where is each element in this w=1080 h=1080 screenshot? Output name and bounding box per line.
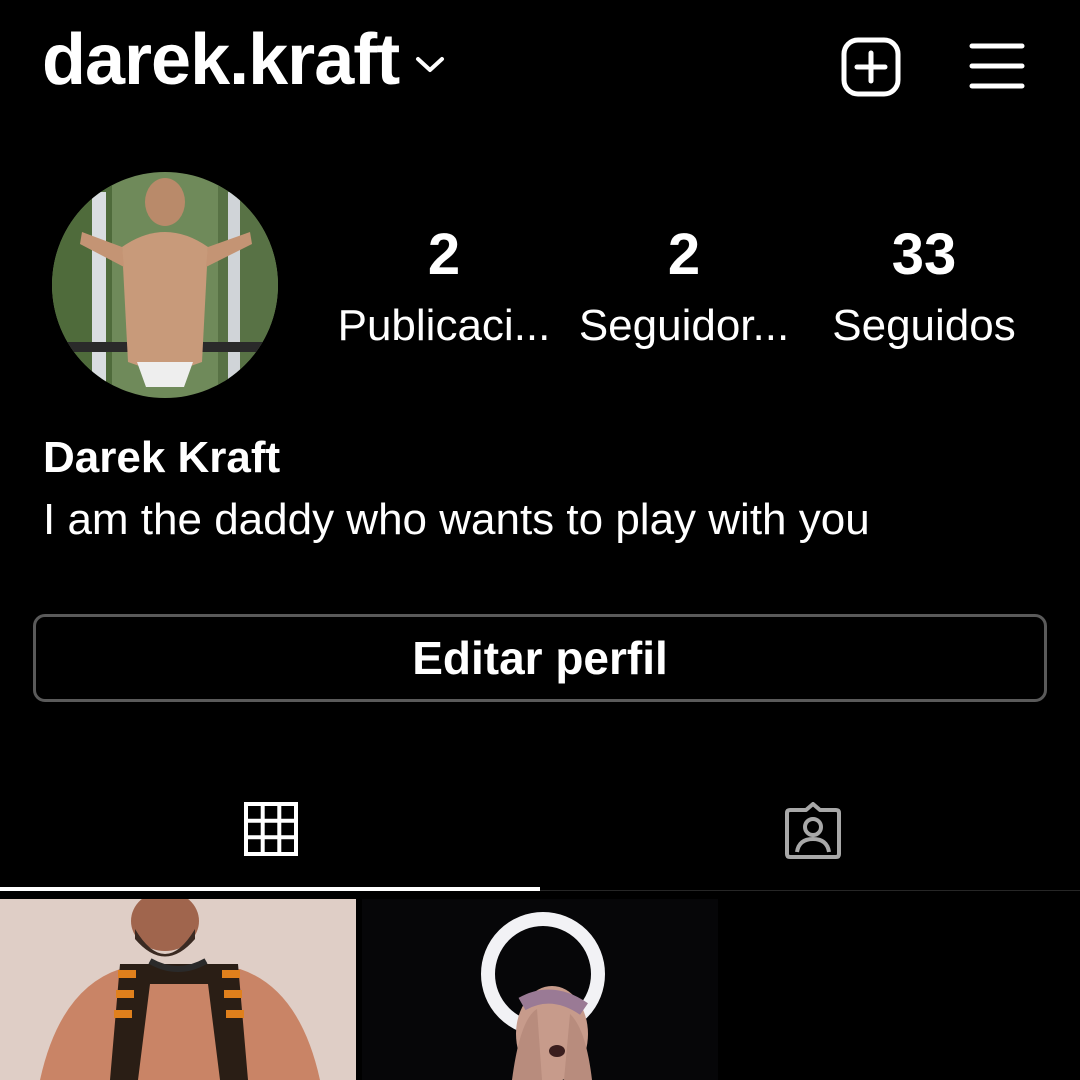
profile-screen: darek.kraft 2 Publicaci... 2 Seguidor...…	[0, 0, 1080, 1080]
followers-count: 2	[667, 222, 701, 287]
username-title: darek.kraft	[42, 20, 400, 100]
tab-posts-grid[interactable]	[0, 780, 540, 890]
post-image	[362, 899, 718, 1080]
tab-tagged[interactable]	[540, 780, 1080, 890]
followers-label: Seguidor...	[578, 301, 790, 350]
account-switcher[interactable]: darek.kraft	[42, 20, 445, 100]
stat-followers[interactable]: 2 Seguidor...	[569, 222, 799, 356]
chevron-down-icon	[416, 57, 445, 72]
plus-square-icon[interactable]	[840, 36, 902, 98]
tagged-person-icon	[785, 802, 841, 859]
following-label: Seguidos	[832, 301, 1016, 350]
posts-label: Publicaci...	[337, 301, 551, 350]
post-thumbnail[interactable]	[0, 899, 356, 1080]
top-bar: darek.kraft	[0, 0, 1080, 120]
avatar[interactable]	[52, 172, 278, 398]
profile-full-name: Darek Kraft	[43, 433, 281, 482]
active-tab-indicator	[0, 887, 540, 891]
stat-posts[interactable]: 2 Publicaci...	[329, 222, 559, 356]
post-image	[0, 899, 356, 1080]
hamburger-menu-icon[interactable]	[968, 36, 1026, 98]
following-count: 33	[891, 222, 957, 287]
grid-icon	[244, 802, 298, 856]
post-thumbnail[interactable]	[362, 899, 718, 1080]
avatar-image	[52, 172, 278, 398]
stat-following[interactable]: 33 Seguidos	[809, 222, 1039, 356]
profile-bio: I am the daddy who wants to play with yo…	[43, 495, 870, 544]
edit-profile-button[interactable]: Editar perfil	[33, 614, 1047, 702]
posts-count: 2	[427, 222, 461, 287]
